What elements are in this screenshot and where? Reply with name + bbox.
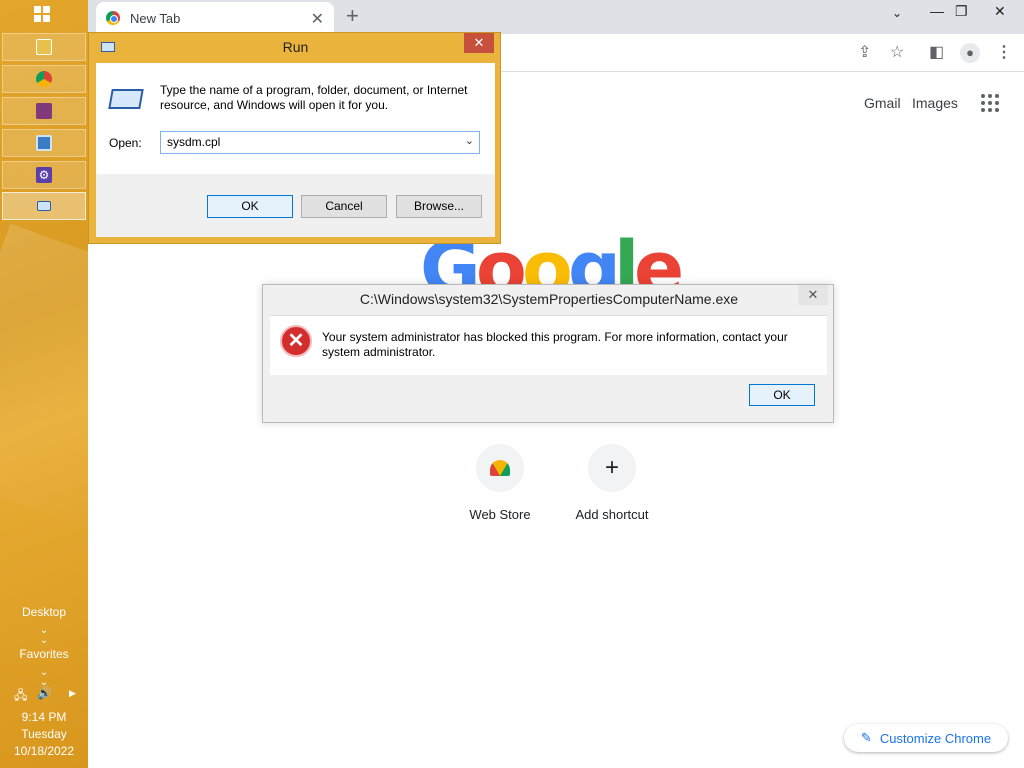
chevron-down-icon[interactable]: ⌄ [465,134,474,147]
google-apps-icon[interactable] [981,94,999,112]
minimize-icon[interactable]: — [930,3,944,19]
taskbar: ⚙ Desktop ⌄ ⌄ Favorites ⌄ ⌄ 🖧 🔊 ▶ 9:14 PM … [0,0,88,768]
error-close-button[interactable]: ✕ [798,285,828,305]
error-dialog-title: C:\Windows\system32\SystemPropertiesComp… [359,291,739,307]
start-button[interactable] [34,6,52,24]
taskbar-item-settings[interactable]: ⚙ [2,161,86,189]
shortcut-label: Add shortcut [575,507,649,522]
error-dialog: C:\Windows\system32\SystemPropertiesComp… [262,284,834,423]
browser-titlebar: New Tab ✕ + ⌄ — ❐ ✕ [88,0,1024,34]
clock-time[interactable]: 9:14 PM [0,710,88,724]
gmail-link[interactable]: Gmail [864,95,901,111]
share-icon[interactable]: ⇪ [858,42,871,62]
folder-icon [36,39,52,55]
monitor-icon [36,135,52,151]
chrome-icon [106,11,120,25]
run-description: Type the name of a program, folder, docu… [160,83,468,112]
gear-icon: ⚙ [36,167,52,183]
clock-day: Tuesday [21,727,67,741]
run-dialog-footer: OK Cancel Browse... [96,174,495,237]
close-window-icon[interactable]: ✕ [994,3,1006,20]
tab-title: New Tab [130,10,181,26]
profile-avatar[interactable]: ● [960,43,980,63]
taskbar-item-chrome[interactable] [2,65,86,93]
error-dialog-body: ✕ Your system administrator has blocked … [270,315,827,375]
shortcut-add[interactable]: + Add shortcut [562,444,662,522]
taskbar-item-onenote[interactable] [2,97,86,125]
restore-icon[interactable]: ❐ [955,3,968,20]
network-icon[interactable]: 🖧 [14,686,27,707]
shortcut-label: Web Store [469,507,531,522]
address-bar[interactable] [488,38,988,68]
tab-search-icon[interactable]: ⌄ [892,6,902,20]
run-dialog-body: Type the name of a program, folder, docu… [96,63,495,174]
open-combobox[interactable]: sysdm.cpl ⌄ [160,131,480,154]
pencil-icon: ✎ [860,730,872,745]
tab-new-tab[interactable]: New Tab ✕ [96,2,334,34]
kebab-menu-icon[interactable]: ⋮ [996,42,1012,62]
customize-chrome-button[interactable]: ✎ Customize Chrome [844,724,1008,752]
run-browse-button[interactable]: Browse... [396,195,482,218]
customize-label: Customize Chrome [879,730,992,746]
side-panel-icon[interactable]: ◧ [929,42,944,62]
new-tab-button[interactable]: + [346,5,359,27]
chevron-down-icon[interactable]: ⌄ ⌄ [0,668,88,688]
chevron-down-icon[interactable]: ⌄ ⌄ [0,626,88,646]
bookmark-star-icon[interactable]: ☆ [890,42,904,62]
open-value: sysdm.cpl [167,135,221,149]
run-close-button[interactable]: ✕ [464,33,494,53]
taskbar-item-file-explorer[interactable] [2,33,86,61]
close-icon[interactable]: ✕ [311,9,324,29]
error-message: Your system administrator has blocked th… [322,330,788,359]
chrome-icon [36,71,52,87]
clock-date: 10/18/2022 [13,744,75,758]
desktop-label[interactable]: Desktop [0,605,88,619]
web-store-icon [476,444,524,492]
run-cancel-button[interactable]: Cancel [301,195,387,218]
run-large-icon [108,89,144,109]
error-ok-button[interactable]: OK [749,384,815,406]
run-icon [37,201,51,211]
run-dialog: Run ✕ Type the name of a program, folder… [88,32,501,244]
favorites-label[interactable]: Favorites [0,647,88,661]
run-ok-button[interactable]: OK [207,195,293,218]
error-icon: ✕ [280,325,312,357]
onenote-icon [36,103,52,119]
taskbar-item-run[interactable] [2,192,86,220]
shortcut-web-store[interactable]: Web Store [450,444,550,522]
tray-expand-icon[interactable]: ▶ [69,688,76,699]
volume-icon[interactable]: 🔊 [37,686,52,700]
taskbar-item-remote-desktop[interactable] [2,129,86,157]
images-link[interactable]: Images [912,95,958,111]
open-label: Open: [109,136,142,150]
taskbar-sheen [0,223,88,537]
run-dialog-title: Run [282,39,309,55]
plus-icon: + [588,444,636,492]
